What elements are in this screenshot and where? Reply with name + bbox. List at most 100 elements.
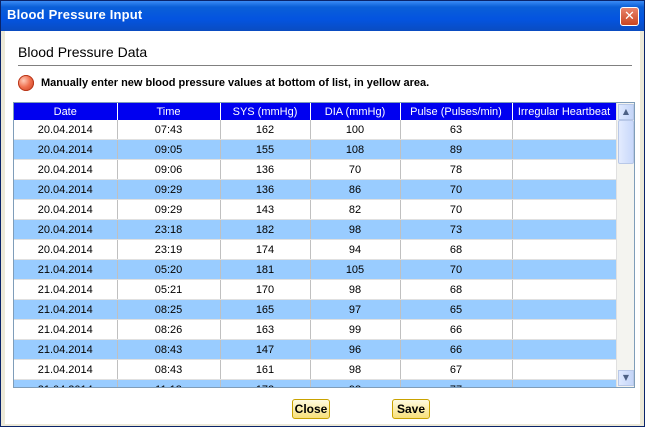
table-cell[interactable]: 162 xyxy=(220,120,311,140)
table-cell[interactable]: 78 xyxy=(400,159,513,180)
table-cell[interactable]: 98 xyxy=(310,219,401,240)
table-row[interactable]: 20.04.2014 09:29 143 82 70 xyxy=(14,199,616,220)
table-cell[interactable]: 105 xyxy=(310,259,401,280)
table-cell[interactable]: 163 xyxy=(220,319,311,340)
table-cell[interactable]: 66 xyxy=(400,339,513,360)
table-cell[interactable]: 96 xyxy=(310,339,401,360)
table-cell[interactable]: 136 xyxy=(220,179,311,200)
table-cell[interactable]: 98 xyxy=(310,279,401,300)
table-cell[interactable] xyxy=(512,279,616,300)
table-cell[interactable]: 66 xyxy=(400,319,513,340)
table-cell[interactable]: 21.04.2014 xyxy=(14,339,118,360)
table-row[interactable]: 21.04.2014 05:20 181 105 70 xyxy=(14,259,616,280)
table-cell[interactable]: 147 xyxy=(220,339,311,360)
save-button[interactable]: Save xyxy=(392,399,430,419)
table-cell[interactable]: 23:19 xyxy=(117,239,221,260)
table-cell[interactable]: 155 xyxy=(220,139,311,160)
table-cell[interactable]: 97 xyxy=(310,299,401,320)
table-cell[interactable]: 161 xyxy=(220,359,311,380)
table-row[interactable]: 20.04.2014 23:18 182 98 73 xyxy=(14,219,616,240)
table-cell[interactable]: 165 xyxy=(220,299,311,320)
vertical-scrollbar[interactable]: ▲ ▼ xyxy=(616,103,634,387)
table-cell[interactable]: 21.04.2014 xyxy=(14,319,118,340)
scrollbar-thumb[interactable] xyxy=(618,120,634,164)
table-cell[interactable]: 98 xyxy=(310,379,401,387)
table-row[interactable]: 21.04.2014 05:21 170 98 68 xyxy=(14,279,616,300)
table-cell[interactable]: 08:26 xyxy=(117,319,221,340)
close-icon[interactable]: ✕ xyxy=(620,7,639,26)
table-cell[interactable]: 73 xyxy=(400,219,513,240)
table-cell[interactable]: 108 xyxy=(310,139,401,160)
table-cell[interactable] xyxy=(512,139,616,160)
column-header[interactable]: Time xyxy=(117,103,221,120)
table-cell[interactable]: 21.04.2014 xyxy=(14,279,118,300)
table-cell[interactable] xyxy=(512,319,616,340)
column-header[interactable]: SYS (mmHg) xyxy=(220,103,311,120)
table-cell[interactable]: 99 xyxy=(310,319,401,340)
table-cell[interactable]: 21.04.2014 xyxy=(14,379,118,387)
table-row[interactable]: 20.04.2014 23:19 174 94 68 xyxy=(14,239,616,260)
table-cell[interactable]: 70 xyxy=(400,199,513,220)
table-row[interactable]: 21.04.2014 08:43 161 98 67 xyxy=(14,359,616,380)
table-cell[interactable]: 68 xyxy=(400,279,513,300)
table-row[interactable]: 21.04.2014 08:26 163 99 66 xyxy=(14,319,616,340)
table-cell[interactable]: 09:06 xyxy=(117,159,221,180)
table-cell[interactable]: 08:43 xyxy=(117,339,221,360)
table-cell[interactable]: 08:43 xyxy=(117,359,221,380)
table-cell[interactable]: 63 xyxy=(400,120,513,140)
close-button[interactable]: Close xyxy=(292,399,330,419)
table-cell[interactable]: 05:21 xyxy=(117,279,221,300)
table-cell[interactable] xyxy=(512,259,616,280)
table-cell[interactable]: 23:18 xyxy=(117,219,221,240)
table-cell[interactable]: 172 xyxy=(220,379,311,387)
table-cell[interactable]: 07:43 xyxy=(117,120,221,140)
table-cell[interactable] xyxy=(512,199,616,220)
column-header[interactable]: DIA (mmHg) xyxy=(310,103,401,120)
column-header[interactable]: Pulse (Pulses/min) xyxy=(400,103,513,120)
table-cell[interactable]: 70 xyxy=(400,179,513,200)
table-cell[interactable] xyxy=(512,219,616,240)
table-row[interactable]: 20.04.2014 09:05 155 108 89 xyxy=(14,139,616,160)
title-bar[interactable]: Blood Pressure Input ✕ xyxy=(1,1,644,31)
table-cell[interactable]: 143 xyxy=(220,199,311,220)
table-cell[interactable] xyxy=(512,339,616,360)
table-cell[interactable]: 65 xyxy=(400,299,513,320)
table-cell[interactable] xyxy=(512,299,616,320)
table-cell[interactable]: 20.04.2014 xyxy=(14,239,118,260)
table-row[interactable]: 20.04.2014 09:06 136 70 78 xyxy=(14,159,616,180)
scroll-up-arrow-icon[interactable]: ▲ xyxy=(618,104,634,120)
table-cell[interactable]: 08:25 xyxy=(117,299,221,320)
table-cell[interactable] xyxy=(512,379,616,387)
table-cell[interactable] xyxy=(512,239,616,260)
table-cell[interactable]: 70 xyxy=(400,259,513,280)
table-cell[interactable]: 182 xyxy=(220,219,311,240)
table-row[interactable]: 20.04.2014 09:29 136 86 70 xyxy=(14,179,616,200)
table-cell[interactable]: 09:29 xyxy=(117,179,221,200)
table-row[interactable]: 21.04.2014 08:43 147 96 66 xyxy=(14,339,616,360)
table-cell[interactable]: 82 xyxy=(310,199,401,220)
column-header[interactable]: Date xyxy=(14,103,118,120)
table-cell[interactable] xyxy=(512,120,616,140)
table-cell[interactable]: 20.04.2014 xyxy=(14,120,118,140)
table-cell[interactable]: 70 xyxy=(310,159,401,180)
table-cell[interactable]: 86 xyxy=(310,179,401,200)
table-cell[interactable]: 89 xyxy=(400,139,513,160)
table-cell[interactable]: 94 xyxy=(310,239,401,260)
table-cell[interactable]: 09:05 xyxy=(117,139,221,160)
table-row[interactable]: 20.04.2014 07:43 162 100 63 xyxy=(14,120,616,140)
table-cell[interactable]: 100 xyxy=(310,120,401,140)
table-cell[interactable]: 98 xyxy=(310,359,401,380)
table-cell[interactable]: 170 xyxy=(220,279,311,300)
table-cell[interactable]: 68 xyxy=(400,239,513,260)
table-cell[interactable]: 20.04.2014 xyxy=(14,179,118,200)
table-cell[interactable] xyxy=(512,179,616,200)
table-cell[interactable]: 20.04.2014 xyxy=(14,219,118,240)
table-cell[interactable]: 174 xyxy=(220,239,311,260)
table-cell[interactable]: 21.04.2014 xyxy=(14,359,118,380)
table-cell[interactable]: 77 xyxy=(400,379,513,387)
table-cell[interactable]: 181 xyxy=(220,259,311,280)
scroll-down-arrow-icon[interactable]: ▼ xyxy=(618,370,634,386)
table-cell[interactable]: 136 xyxy=(220,159,311,180)
table-cell[interactable]: 20.04.2014 xyxy=(14,159,118,180)
table-cell[interactable]: 05:20 xyxy=(117,259,221,280)
